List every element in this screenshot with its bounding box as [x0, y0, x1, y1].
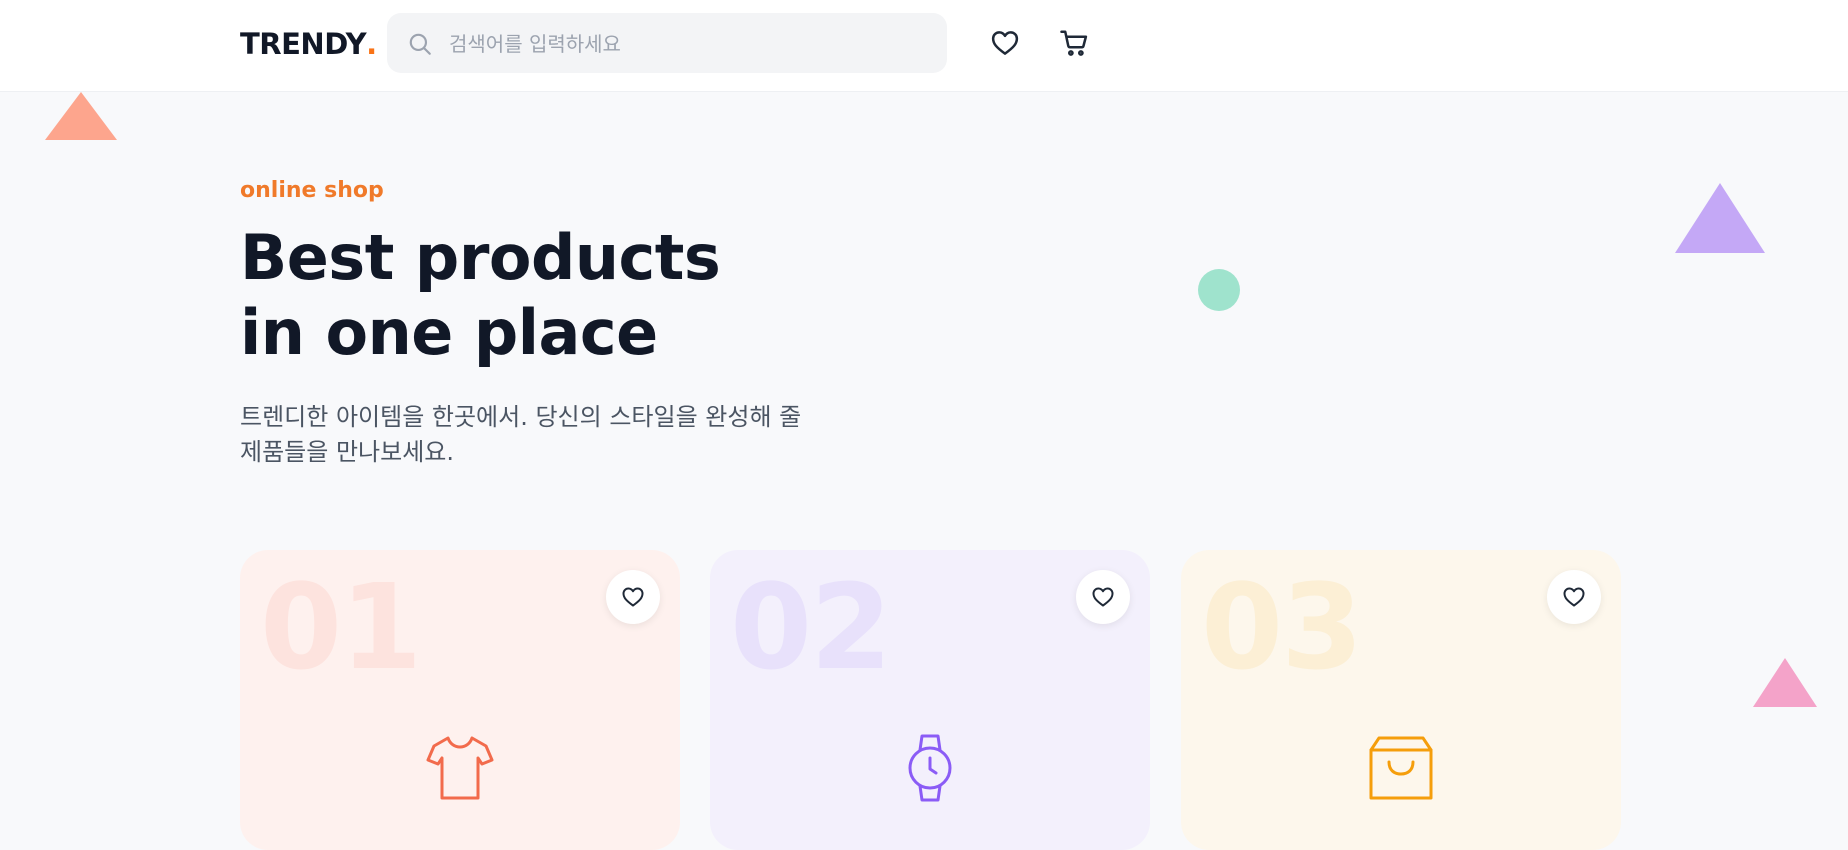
heart-icon: [1092, 587, 1114, 607]
search-icon: [409, 33, 431, 55]
shopping-bag-icon: [1369, 736, 1433, 800]
product-card-03[interactable]: 03: [1181, 550, 1621, 850]
hero-subtitle-line-1: 트렌디한 아이템을 한곳에서. 당신의 스타일을 완성해 줄: [240, 403, 802, 431]
card-number: 02: [730, 558, 892, 696]
product-card-01[interactable]: 01: [240, 550, 680, 850]
card-favorite-button[interactable]: [606, 570, 660, 624]
heart-icon: [1563, 587, 1585, 607]
card-favorite-button[interactable]: [1547, 570, 1601, 624]
watch-icon: [908, 734, 952, 802]
hero-eyebrow: online shop: [240, 178, 384, 203]
search-bar: [387, 13, 947, 75]
hero-title: Best products in one place: [240, 220, 721, 370]
heart-icon: [622, 587, 644, 607]
cart-icon[interactable]: [1059, 28, 1089, 58]
decorative-triangle-orange: [45, 92, 117, 140]
decorative-circle-green: [1198, 269, 1240, 311]
hero-title-line-1: Best products: [240, 221, 721, 294]
logo[interactable]: TRENDY.: [240, 27, 377, 61]
card-favorite-button[interactable]: [1076, 570, 1130, 624]
product-card-02[interactable]: 02: [710, 550, 1150, 850]
hero-subtitle-line-2: 제품들을 만나보세요.: [240, 438, 454, 466]
logo-dot: .: [366, 27, 377, 61]
decorative-triangle-pink: [1753, 658, 1817, 707]
site-header: TRENDY.: [0, 0, 1848, 92]
logo-text: TRENDY: [240, 27, 367, 61]
card-number: 01: [260, 558, 422, 696]
hero-subtitle: 트렌디한 아이템을 한곳에서. 당신의 스타일을 완성해 줄 제품들을 만나보세…: [240, 400, 900, 470]
card-number: 03: [1201, 558, 1363, 696]
tshirt-icon: [426, 736, 494, 800]
search-input[interactable]: [447, 13, 931, 75]
hero-title-line-2: in one place: [240, 296, 658, 369]
decorative-triangle-purple: [1675, 183, 1765, 253]
wishlist-heart-icon[interactable]: [990, 28, 1020, 58]
